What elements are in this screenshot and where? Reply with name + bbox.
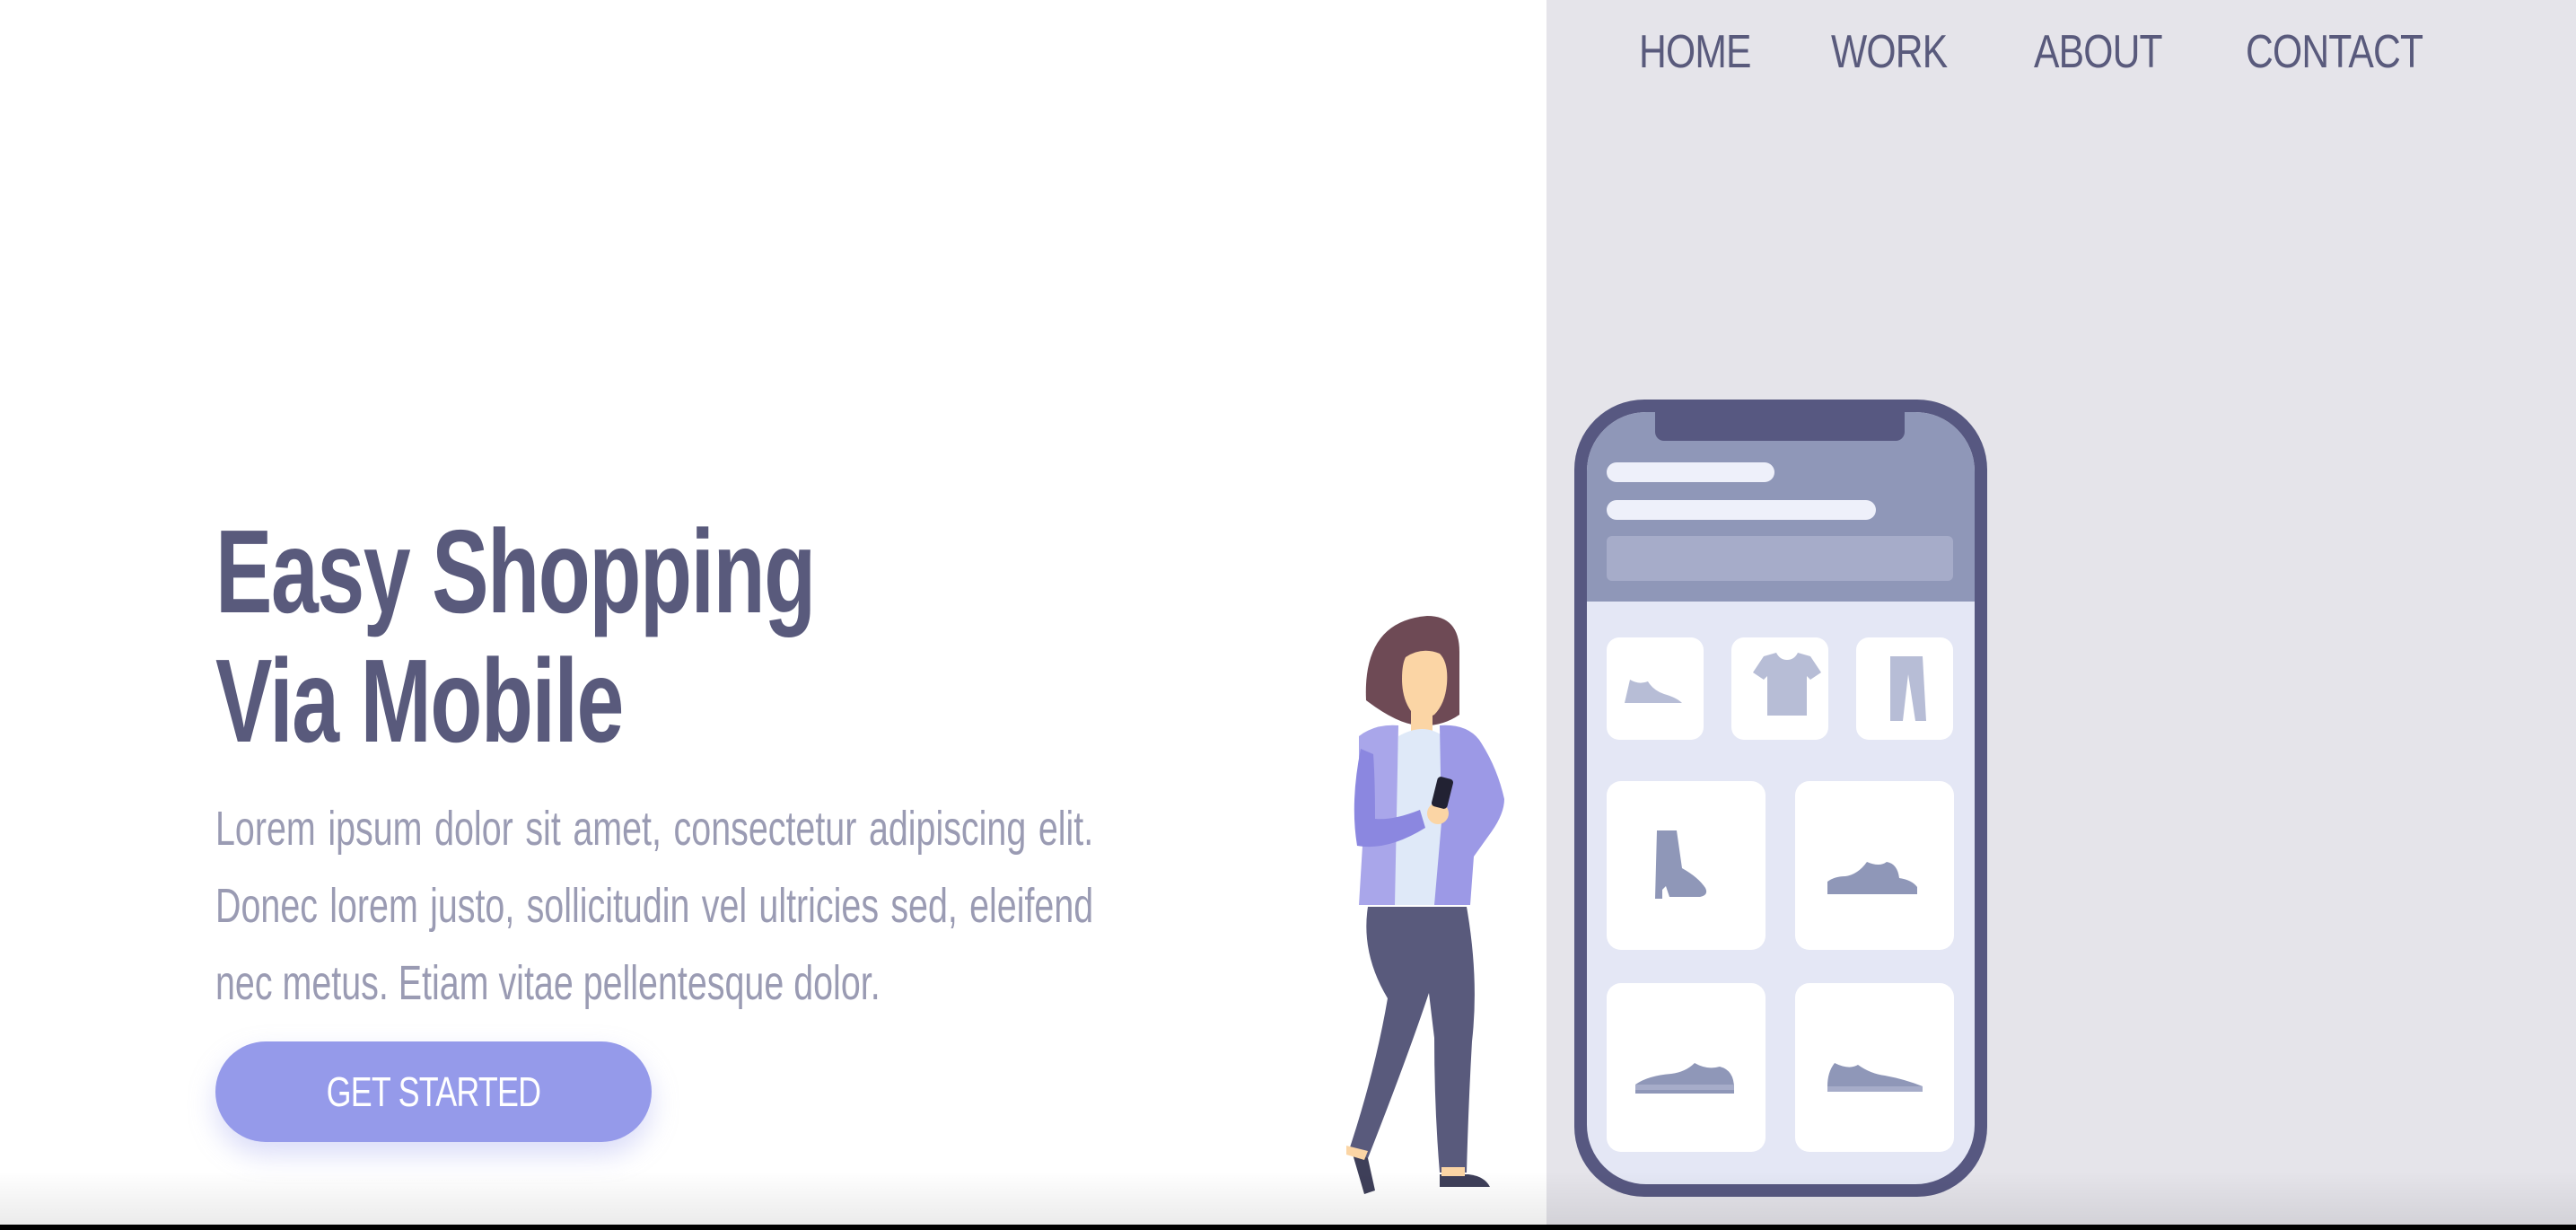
bottom-shadow	[0, 1171, 2576, 1225]
phone-illustration	[1574, 400, 1987, 1197]
landing-page: HOME WORK ABOUT CONTACT Easy Shopping Vi…	[0, 0, 2576, 1225]
woman-holding-phone-illustration	[1346, 616, 1504, 1194]
shopping-illustration	[1346, 400, 1987, 1197]
